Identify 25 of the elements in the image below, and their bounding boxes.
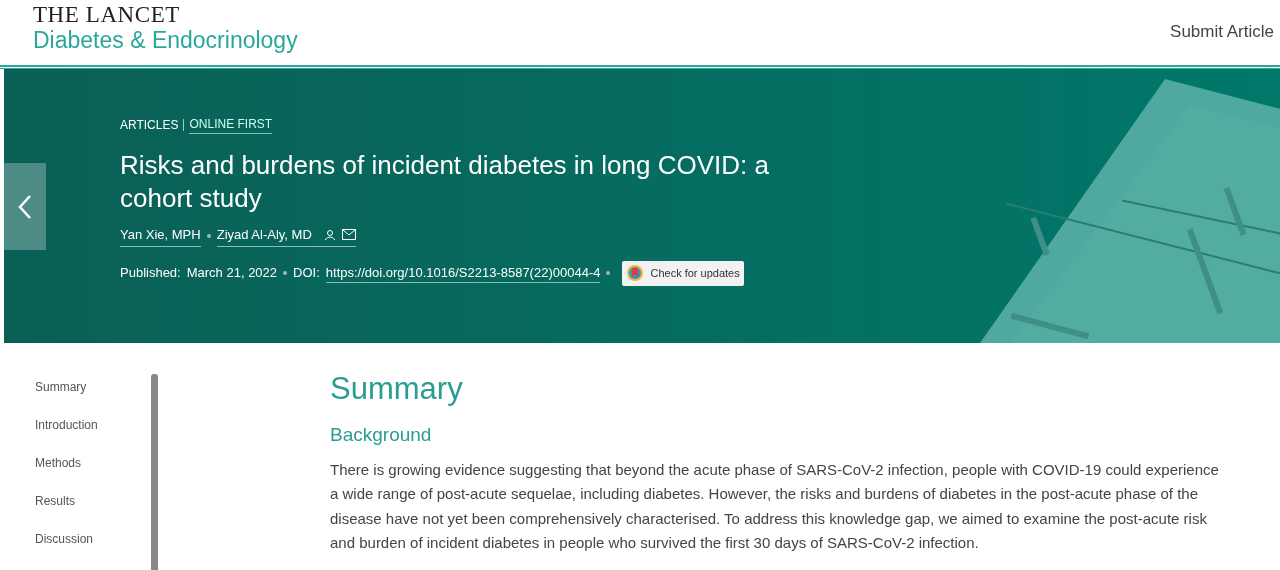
author-link[interactable]: Yan Xie, MPH xyxy=(120,225,201,245)
sidebar-item[interactable]: Results xyxy=(35,493,75,509)
sidebar-item[interactable]: Methods xyxy=(35,455,82,471)
submit-article-link[interactable]: Submit Article xyxy=(1170,19,1274,45)
online-first-link[interactable]: ONLINE FIRST xyxy=(189,115,273,134)
article-title: Risks and burdens of incident diabetes in long COVID: a cohort study xyxy=(120,149,770,215)
person-icon xyxy=(323,228,336,241)
sidebar-item[interactable]: Summary xyxy=(35,379,87,395)
doi-label: DOI: xyxy=(293,264,320,283)
updates-badge-icon xyxy=(626,264,645,282)
background-paragraph: There is growing evidence suggesting that beyond the acute phase of SARS-CoV-2 infection, people with COVID-19 could experience a wide range of post-acute sequelae, including diabetes. However, the risks and burdens of diabetes in the post-acute phase of the disease have not yet been comprehensively characterised. To address this knowledge gap, we aimed to examine the post-acute risk and burden of incident diabetes in people who survived the first 30 days of SARS-CoV-2 infection. xyxy=(330,459,1220,553)
category-label: ARTICLES xyxy=(120,116,179,134)
author-link[interactable]: Ziyad Al-Aly, MD xyxy=(216,225,312,245)
summary-heading: Summary xyxy=(330,370,464,408)
logo-title: THE LANCET xyxy=(33,3,181,26)
background-heading: Background xyxy=(330,423,433,447)
chevron-left-icon xyxy=(18,193,32,220)
sidebar-item[interactable]: Discussion xyxy=(35,531,94,547)
sidebar-item[interactable]: Introduction xyxy=(35,417,98,433)
doi-link[interactable]: https://doi.org/10.1016/S2213-8587(22)00044-4 xyxy=(325,262,601,284)
published-date: March 21, 2022 xyxy=(186,264,278,283)
published-label: Published: xyxy=(120,264,181,283)
logo-subtitle: Diabetes & Endocrinology xyxy=(33,29,298,52)
mail-icon[interactable] xyxy=(341,229,356,241)
check-for-updates-button[interactable]: Check for updates xyxy=(622,260,744,286)
